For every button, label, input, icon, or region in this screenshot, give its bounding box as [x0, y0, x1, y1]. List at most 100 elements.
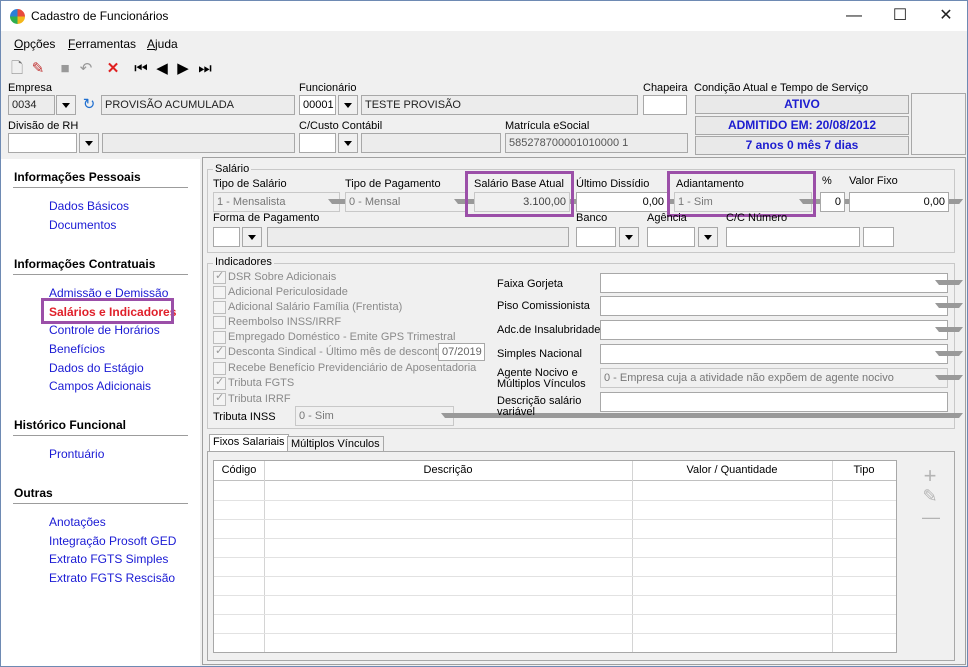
checkbox-periculosidade-label: Adicional Periculosidade: [228, 286, 348, 298]
table-row: [214, 500, 896, 501]
checkbox-dsr[interactable]: [213, 269, 226, 284]
empresa-code-field[interactable]: 0034: [8, 95, 55, 115]
grid-header-tipo[interactable]: Tipo: [832, 461, 896, 481]
menu-ajuda[interactable]: Ajuda: [147, 37, 178, 51]
insalubridade-label: Adc.de Insalubridade: [497, 324, 601, 336]
divisao-dropdown-button[interactable]: [79, 133, 99, 153]
fixos-salariais-grid[interactable]: Código Descrição Valor / Quantidade Tipo: [213, 460, 897, 653]
edit-pencil-icon[interactable]: ✎: [29, 60, 47, 78]
close-button[interactable]: ✕: [923, 1, 967, 31]
percent-label: %: [822, 175, 832, 187]
ccusto-dropdown-button[interactable]: [338, 133, 358, 153]
checkbox-tributa-irrf[interactable]: [213, 391, 226, 406]
first-record-icon[interactable]: ⏮: [132, 60, 150, 78]
undo-icon[interactable]: ↶: [77, 60, 95, 78]
next-record-icon[interactable]: ▶: [174, 60, 192, 78]
delete-icon[interactable]: ✕: [104, 60, 122, 78]
faixa-gorjeta-select[interactable]: [600, 273, 948, 293]
ccusto-field[interactable]: [299, 133, 336, 153]
sidebar-head-contratuais: Informações Contratuais: [14, 257, 156, 271]
chevron-down-icon: [935, 351, 963, 356]
refresh-icon[interactable]: ↻: [79, 95, 99, 115]
ultimo-dissidio-field[interactable]: 0,00: [576, 192, 668, 212]
toolbar: 🗋 ✎ ■ ↶ ✕ ⏮ ◀ ▶ ⏭: [1, 56, 967, 80]
checkbox-desconta-sindical[interactable]: [213, 344, 226, 359]
maximize-button[interactable]: ☐: [877, 1, 923, 31]
descricao-variavel-label-2: variável: [497, 406, 535, 418]
sidebar-head-outras: Outras: [14, 486, 53, 500]
conta-field[interactable]: [726, 227, 860, 247]
funcionario-dropdown-button[interactable]: [338, 95, 358, 115]
valor-fixo-label: Valor Fixo: [849, 175, 898, 187]
sidebar-item-beneficios[interactable]: Benefícios: [49, 342, 105, 356]
empresa-dropdown-button[interactable]: [56, 95, 76, 115]
table-row: [214, 519, 896, 520]
sidebar-item-documentos[interactable]: Documentos: [49, 218, 116, 232]
grid-header-descricao[interactable]: Descrição: [264, 461, 632, 481]
menu-opcoes[interactable]: Opções: [14, 37, 55, 51]
last-record-icon[interactable]: ⏭: [196, 60, 214, 78]
ultimo-dissidio-label: Último Dissídio: [576, 178, 650, 190]
agente-nocivo-select[interactable]: 0 - Empresa cuja a atividade não expõem …: [600, 368, 948, 388]
remove-icon[interactable]: —: [922, 507, 940, 528]
sidebar-item-anotacoes[interactable]: Anotações: [49, 515, 106, 529]
checkbox-empregado-domestico[interactable]: [213, 331, 226, 344]
sidebar-head-pessoais: Informações Pessoais: [14, 170, 141, 184]
faixa-gorjeta-label: Faixa Gorjeta: [497, 278, 564, 290]
piso-select[interactable]: [600, 296, 948, 316]
forma-pagamento-dropdown-button[interactable]: [242, 227, 262, 247]
grid-header-codigo[interactable]: Código: [214, 461, 264, 481]
salario-group-title: Salário: [213, 163, 252, 175]
condicao-label: Condição Atual e Tempo de Serviço: [694, 82, 869, 94]
funcionario-code-field[interactable]: 00001: [299, 95, 336, 115]
percent-field[interactable]: 0: [820, 192, 845, 212]
ccusto-label: C/Custo Contábil: [299, 120, 383, 132]
minimize-button[interactable]: —: [831, 1, 877, 31]
simples-select[interactable]: [600, 344, 948, 364]
employee-photo[interactable]: [911, 93, 966, 155]
menu-ferramentas[interactable]: Ferramentas: [68, 37, 136, 51]
sidebar-item-dados-basicos[interactable]: Dados Básicos: [49, 199, 129, 213]
checkbox-salario-familia[interactable]: [213, 301, 226, 314]
previous-record-icon[interactable]: ◀: [153, 60, 171, 78]
sidebar-item-integracao-ged[interactable]: Integração Prosoft GED: [49, 534, 176, 548]
checkbox-reembolso[interactable]: [213, 316, 226, 329]
table-row: [214, 633, 896, 634]
sidebar-item-extrato-rescisao[interactable]: Extrato FGTS Rescisão: [49, 571, 175, 585]
sidebar-item-prontuario[interactable]: Prontuário: [49, 447, 104, 461]
banco-field[interactable]: [576, 227, 616, 247]
divisao-name-field: [102, 133, 295, 153]
descricao-variavel-field[interactable]: [600, 392, 948, 412]
sindical-month-field[interactable]: 07/2019: [438, 343, 485, 361]
forma-pagamento-field[interactable]: [213, 227, 240, 247]
tab-fixos-salariais[interactable]: Fixos Salariais: [209, 434, 289, 451]
sidebar-divider: [13, 435, 188, 436]
valor-fixo-field[interactable]: 0,00: [849, 192, 949, 212]
grid-header-valor[interactable]: Valor / Quantidade: [632, 461, 832, 481]
sidebar-item-campos-adicionais[interactable]: Campos Adicionais: [49, 379, 151, 393]
new-document-icon[interactable]: 🗋: [8, 60, 26, 78]
edit-icon[interactable]: ✎: [922, 486, 938, 507]
conta-digito-field[interactable]: [863, 227, 894, 247]
agencia-field[interactable]: [647, 227, 695, 247]
divisao-field[interactable]: [8, 133, 77, 153]
sidebar-item-controle-horarios[interactable]: Controle de Horários: [49, 323, 160, 337]
chapeira-field[interactable]: [643, 95, 687, 115]
sidebar-item-extrato-simples[interactable]: Extrato FGTS Simples: [49, 552, 168, 566]
checkbox-tributa-fgts[interactable]: [213, 375, 226, 390]
agencia-label: Agência: [647, 212, 687, 224]
tipo-salario-select[interactable]: 1 - Mensalista: [213, 192, 340, 212]
matricula-label: Matrícula eSocial: [505, 120, 590, 132]
checkbox-periculosidade[interactable]: [213, 286, 226, 299]
insalubridade-select[interactable]: [600, 320, 948, 340]
sidebar-item-estagio[interactable]: Dados do Estágio: [49, 361, 144, 375]
tipo-pagamento-select[interactable]: 0 - Mensal: [345, 192, 466, 212]
simples-label: Simples Nacional: [497, 348, 582, 360]
tributa-inss-select[interactable]: 0 - Sim: [295, 406, 454, 426]
tipo-pagamento-label: Tipo de Pagamento: [345, 178, 441, 190]
banco-dropdown-button[interactable]: [619, 227, 639, 247]
agencia-dropdown-button[interactable]: [698, 227, 718, 247]
checkbox-beneficio-previdenciario[interactable]: [213, 362, 226, 375]
checkbox-desconta-sindical-label: Desconta Sindical - Último mês de descon…: [228, 346, 444, 358]
save-icon[interactable]: ■: [56, 60, 74, 78]
